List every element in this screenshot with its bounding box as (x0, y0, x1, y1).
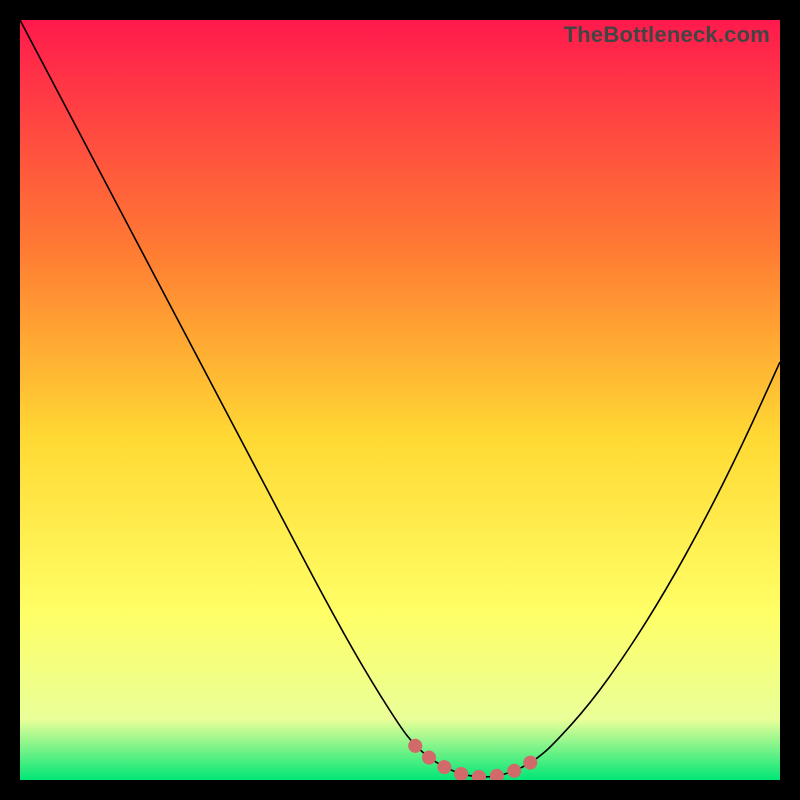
watermark-text: TheBottleneck.com (564, 22, 770, 48)
chart-frame: TheBottleneck.com (20, 20, 780, 780)
gradient-background (20, 20, 780, 780)
bottleneck-chart (20, 20, 780, 780)
